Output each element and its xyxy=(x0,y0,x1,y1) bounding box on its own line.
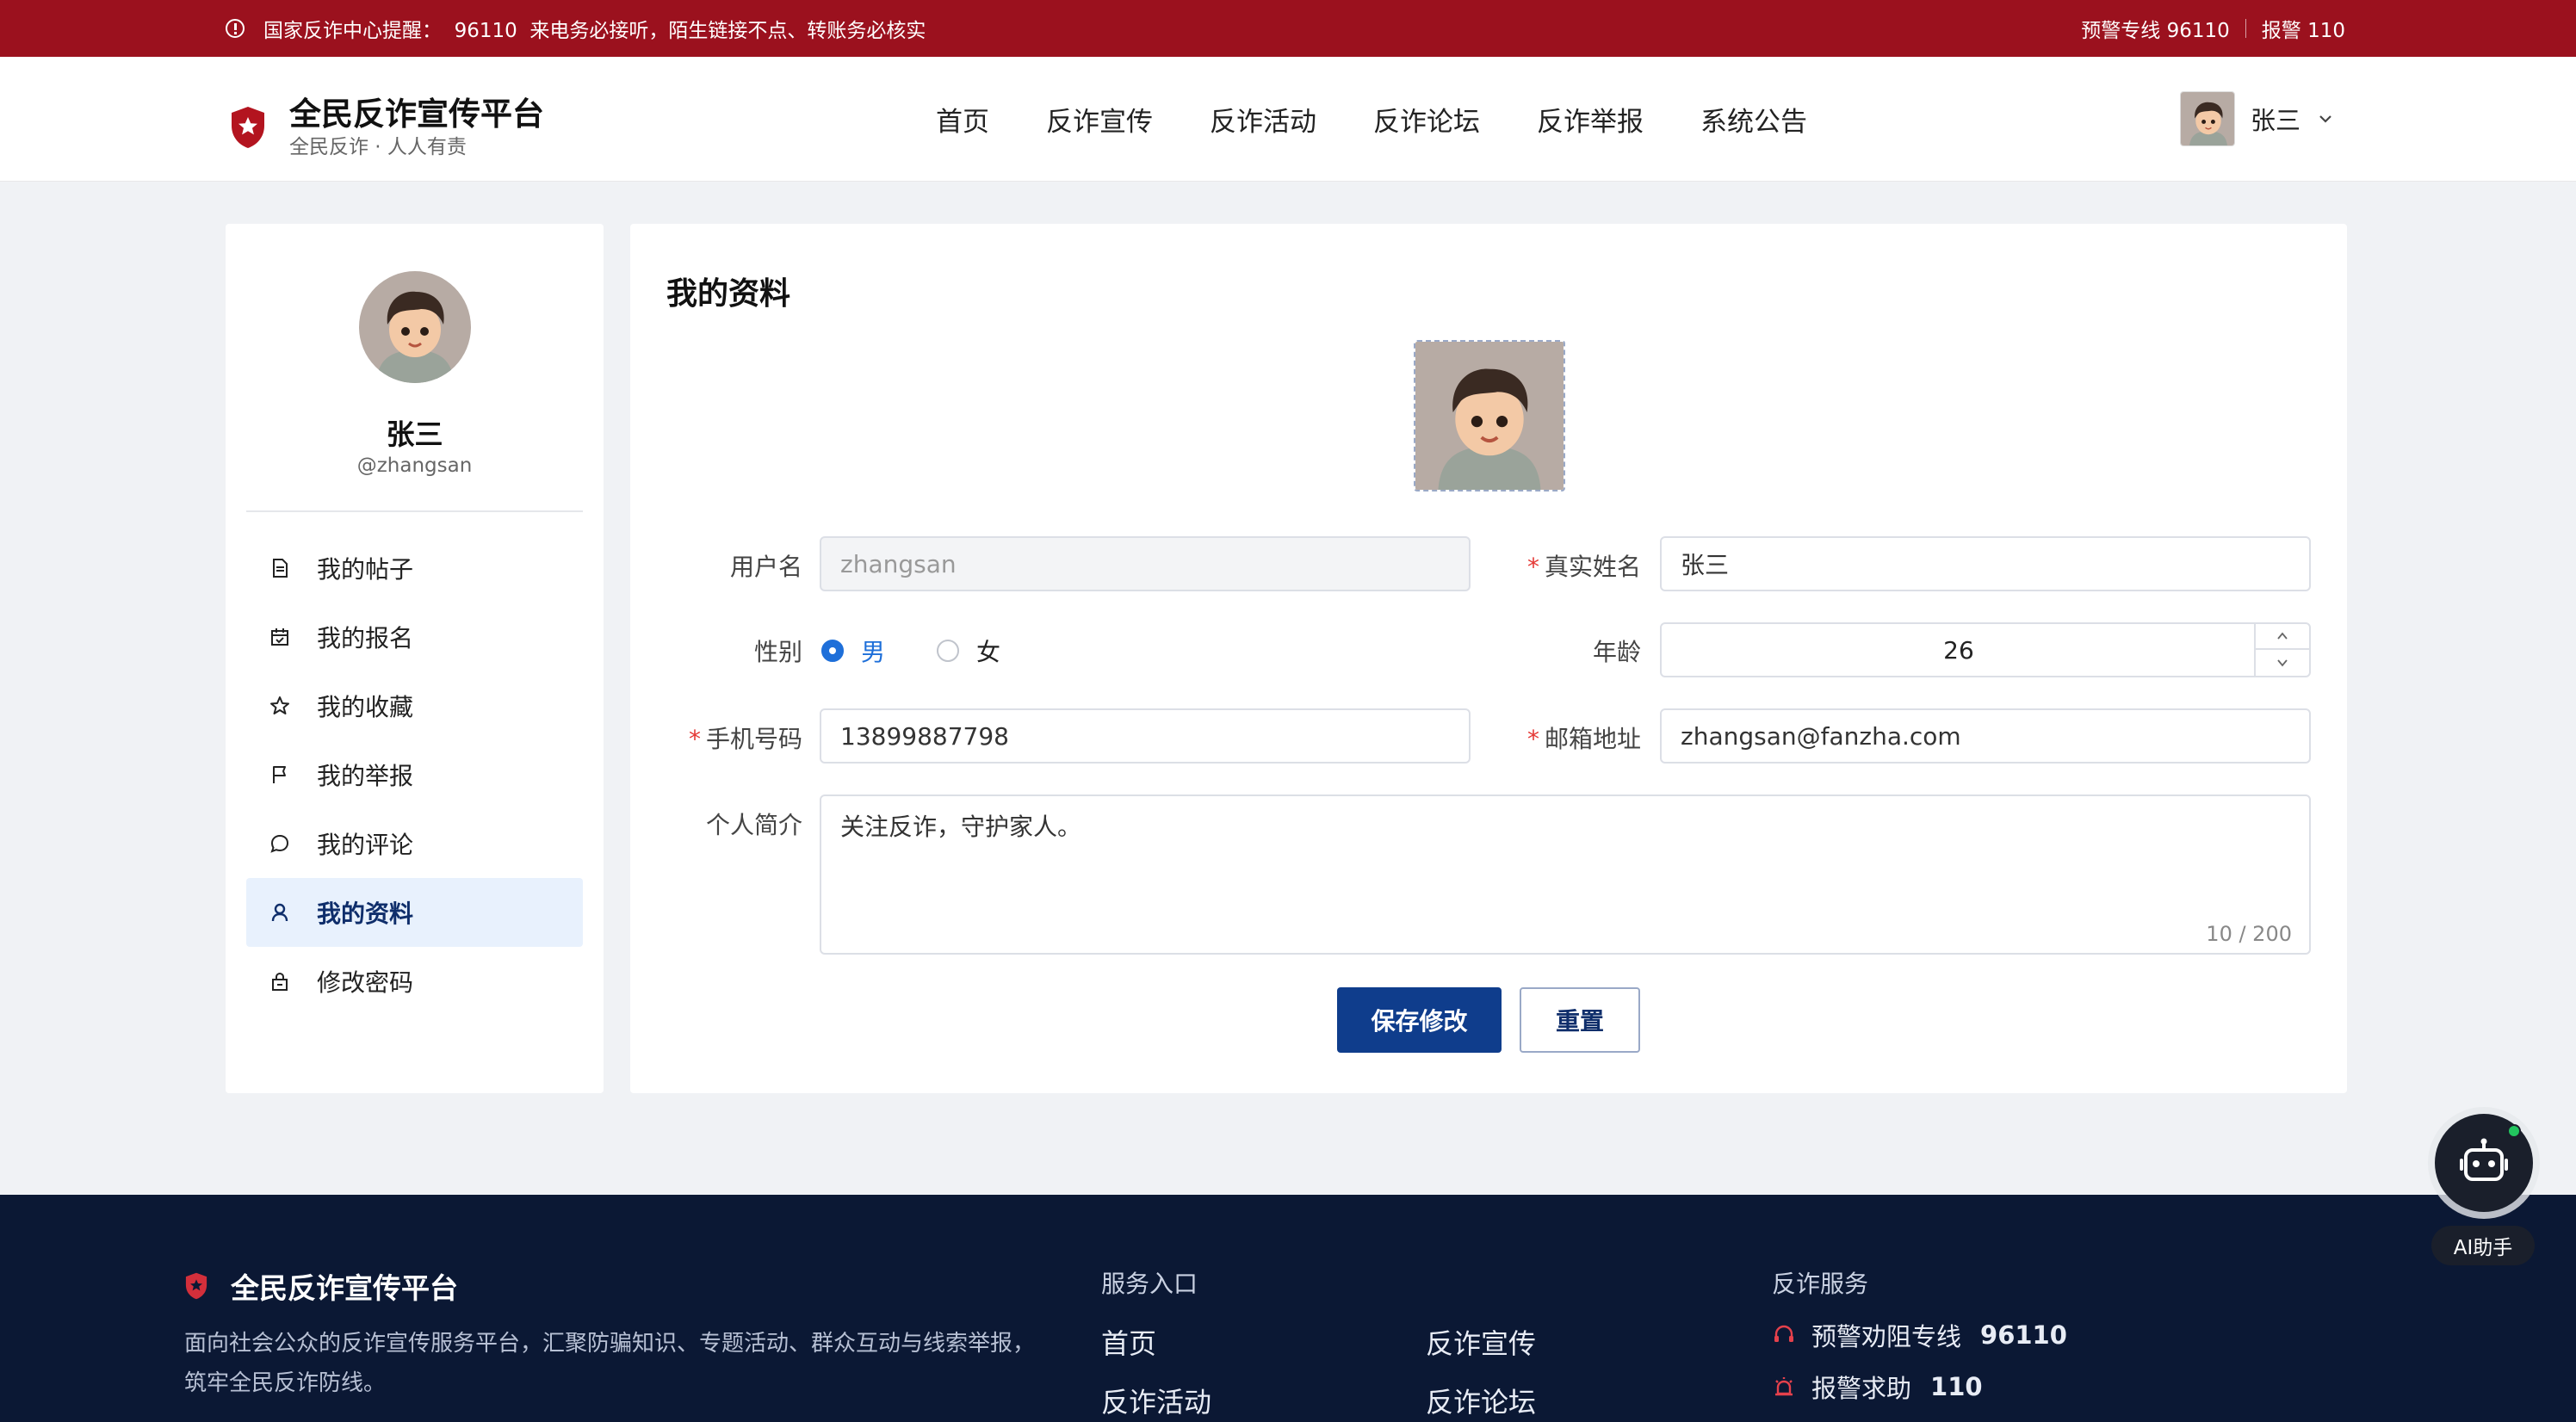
nav-propaganda[interactable]: 反诈宣传 xyxy=(1046,100,1153,139)
anti-fraud-heading: 反诈服务 xyxy=(1772,1270,1869,1298)
hotline-info: 预警专线 96110 报警 110 xyxy=(2081,0,2345,57)
nav-forum[interactable]: 反诈论坛 xyxy=(1373,100,1480,139)
realname-label: * 真实姓名 xyxy=(1526,553,1641,581)
footer-link-home[interactable]: 首页 xyxy=(1101,1322,1156,1362)
footer-title: 全民反诈宣传平台 xyxy=(231,1271,458,1305)
online-status-dot xyxy=(2507,1124,2521,1138)
sidebar-item-comments[interactable]: 我的评论 xyxy=(246,809,583,878)
shield-icon xyxy=(185,1272,207,1300)
sidebar-item-label: 我的评论 xyxy=(317,831,414,859)
lock-icon xyxy=(272,972,288,991)
avatar-uploader[interactable] xyxy=(1414,340,1565,492)
nav-report[interactable]: 反诈举报 xyxy=(1537,100,1644,139)
sidebar-item-favorites[interactable]: 我的收藏 xyxy=(246,671,583,740)
user-menu[interactable]: 张三 xyxy=(2180,91,2333,146)
sidebar-item-label: 我的收藏 xyxy=(317,693,414,721)
label-text: 邮箱地址 xyxy=(1544,725,1641,753)
email-label: * 邮箱地址 xyxy=(1526,725,1641,753)
hotline-label: 预警劝阻专线 xyxy=(1811,1322,1962,1351)
label-text: 个人简介 xyxy=(705,811,802,839)
shield-icon xyxy=(232,107,264,148)
alarm-service: 报警求助 110 xyxy=(1772,1369,1983,1405)
bio-label: 个人简介 xyxy=(630,807,802,841)
site-subtitle: 全民反诈 · 人人有责 xyxy=(289,136,467,158)
flag-icon xyxy=(273,766,286,783)
ai-assistant-label[interactable]: AI助手 xyxy=(2431,1226,2535,1265)
hotline-number: 96110 xyxy=(1980,1320,2067,1350)
alarm-number: 110 xyxy=(1930,1372,1983,1401)
divider xyxy=(2245,19,2246,38)
email-field[interactable]: zhangsan@fanzha.com xyxy=(1660,708,2311,764)
profile-form-panel: 我的资料 用户名 zhangsan * 真实姓名 张三 性别 男 女 年龄 26 … xyxy=(630,224,2347,1093)
sidebar-item-label: 我的举报 xyxy=(317,762,414,790)
notice: 国家反诈中心提醒： 96110 来电务必接听，陌生链接不点、转账务必核实 xyxy=(226,0,926,57)
footer-logo: 全民反诈宣传平台 xyxy=(184,1265,458,1307)
bio-textarea[interactable]: 关注反诈，守护家人。 10 / 200 xyxy=(820,794,2311,955)
save-button[interactable]: 保存修改 xyxy=(1337,987,1502,1053)
sidebar-item-label: 修改密码 xyxy=(317,968,414,997)
hotline-text: 预警专线 96110 xyxy=(2081,20,2230,42)
footer-link-propaganda[interactable]: 反诈宣传 xyxy=(1426,1322,1536,1362)
reset-button[interactable]: 重置 xyxy=(1520,987,1640,1053)
user-name: 张三 xyxy=(2251,106,2301,135)
main-nav: 首页 反诈宣传 反诈活动 反诈论坛 反诈举报 系统公告 xyxy=(936,57,1807,182)
divider xyxy=(246,510,583,512)
site-footer: 全民反诈宣传平台 面向社会公众的反诈宣传服务平台，汇聚防骗知识、专题活动、群众互… xyxy=(0,1195,2576,1422)
sidebar-item-profile[interactable]: 我的资料 xyxy=(246,878,583,947)
stepper-buttons xyxy=(2254,624,2309,676)
nav-announcements[interactable]: 系统公告 xyxy=(1700,100,1807,139)
increment-button[interactable] xyxy=(2256,624,2309,650)
sidebar-item-password[interactable]: 修改密码 xyxy=(246,947,583,1016)
page-title: 我的资料 xyxy=(666,276,791,312)
sidebar-item-reports[interactable]: 我的举报 xyxy=(246,740,583,809)
age-label: 年龄 xyxy=(630,634,1641,668)
star-icon xyxy=(270,696,289,714)
chevron-up-icon xyxy=(2277,632,2288,640)
sidebar-item-posts[interactable]: 我的帖子 xyxy=(246,534,583,603)
site-title: 全民反诈宣传平台 xyxy=(289,96,544,133)
bio-text: 关注反诈，守护家人。 xyxy=(840,813,1082,841)
label-text: 年龄 xyxy=(1592,638,1641,666)
chevron-down-icon xyxy=(2319,115,2331,123)
realname-field[interactable]: 张三 xyxy=(1660,536,2311,591)
nav-activities[interactable]: 反诈活动 xyxy=(1210,100,1316,139)
headset-icon xyxy=(1774,1325,1793,1342)
footer-link-forum[interactable]: 反诈论坛 xyxy=(1426,1381,1536,1420)
avatar xyxy=(2180,91,2235,146)
alarm-icon xyxy=(1775,1377,1793,1396)
profile-handle: @zhangsan xyxy=(356,454,473,477)
hotline-service: 预警劝阻专线 96110 xyxy=(1772,1317,2067,1353)
sidebar-item-registrations[interactable]: 我的报名 xyxy=(246,603,583,671)
services-heading: 服务入口 xyxy=(1101,1270,1198,1298)
profile-avatar xyxy=(359,271,471,383)
nav-home[interactable]: 首页 xyxy=(936,100,989,139)
site-header: 全民反诈宣传平台 全民反诈 · 人人有责 首页 反诈宣传 反诈活动 反诈论坛 反… xyxy=(0,57,2576,182)
calendar-icon xyxy=(271,628,288,646)
top-notice-bar: 国家反诈中心提醒： 96110 来电务必接听，陌生链接不点、转账务必核实 预警专… xyxy=(0,0,2576,57)
profile-sidebar: 张三 @zhangsan 我的帖子 我的报名 我的收藏 我的举报 我的评论 我的… xyxy=(226,224,604,1093)
profile-name: 张三 xyxy=(386,417,443,451)
chevron-down-icon xyxy=(2277,659,2288,667)
footer-link-activities[interactable]: 反诈活动 xyxy=(1101,1381,1211,1420)
alarm-text: 报警 110 xyxy=(2261,20,2345,42)
site-logo[interactable]: 全民反诈宣传平台 全民反诈 · 人人有责 xyxy=(229,95,544,160)
age-value[interactable]: 26 xyxy=(1662,624,2256,676)
info-icon xyxy=(226,19,245,38)
sidebar-menu: 我的帖子 我的报名 我的收藏 我的举报 我的评论 我的资料 修改密码 xyxy=(246,534,583,1016)
sidebar-item-label: 我的报名 xyxy=(317,624,414,652)
comment-icon xyxy=(270,834,289,853)
user-icon xyxy=(271,903,288,922)
notice-text: 国家反诈中心提醒： 96110 来电务必接听，陌生链接不点、转账务必核实 xyxy=(263,20,926,42)
ai-assistant-button[interactable] xyxy=(2435,1114,2533,1212)
sidebar-item-label: 我的资料 xyxy=(317,900,414,928)
footer-description: 面向社会公众的反诈宣传服务平台，汇聚防骗知识、专题活动、群众互动与线索举报，筑牢… xyxy=(184,1331,1036,1396)
alarm-label: 报警求助 xyxy=(1811,1374,1912,1403)
decrement-button[interactable] xyxy=(2256,650,2309,676)
label-text: 真实姓名 xyxy=(1544,553,1641,581)
document-icon xyxy=(273,559,288,578)
sidebar-item-label: 我的帖子 xyxy=(317,555,414,584)
age-stepper[interactable]: 26 xyxy=(1660,622,2311,677)
char-counter: 10 / 200 xyxy=(2206,922,2292,946)
